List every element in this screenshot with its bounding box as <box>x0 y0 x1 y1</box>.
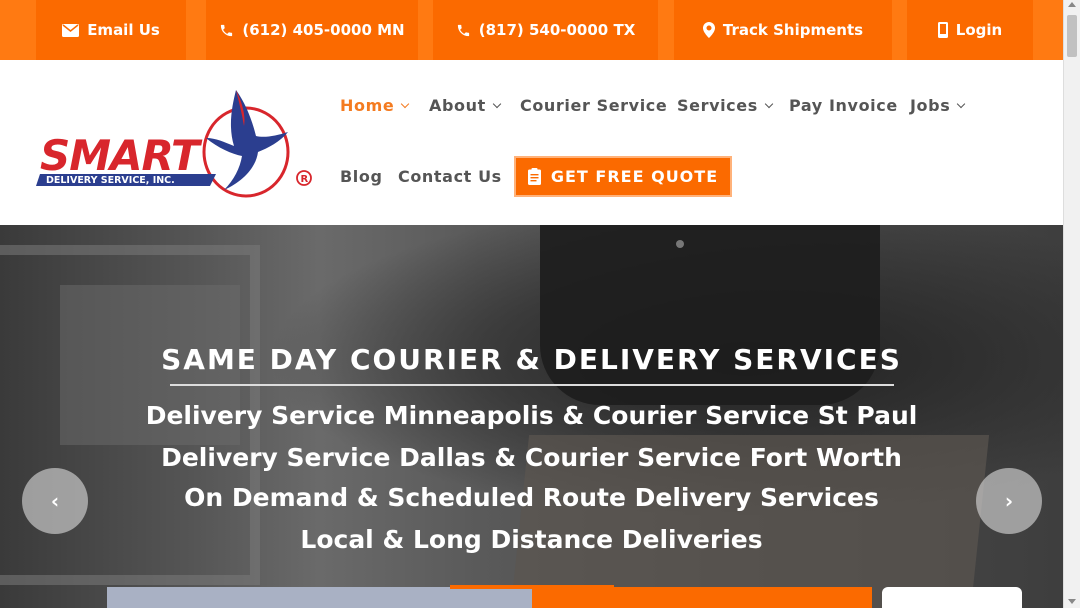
envelope-icon <box>62 23 80 37</box>
email-us-link[interactable]: Email Us <box>36 0 186 60</box>
logo-tagline: DELIVERY SERVICE, INC. <box>46 175 175 186</box>
map-pin-icon <box>702 22 715 38</box>
nav-pay-invoice[interactable]: Pay Invoice <box>789 96 898 115</box>
hero-slider: SAME DAY COURIER & DELIVERY SERVICES Del… <box>0 225 1063 608</box>
hero-title-divider <box>170 384 894 386</box>
nav-about-label: About <box>429 96 486 115</box>
hero-bg-button-dot <box>676 240 684 248</box>
chevron-down-icon <box>492 99 502 109</box>
chevron-left-icon: ‹ <box>50 489 60 513</box>
svg-text:R: R <box>301 174 309 185</box>
chevron-down-icon <box>957 99 966 109</box>
smart-delivery-logo[interactable]: SMART DELIVERY SERVICE, INC. R <box>36 86 316 198</box>
hero-bg-person <box>540 225 880 405</box>
hero-line-3: On Demand & Scheduled Route Delivery Ser… <box>184 483 879 512</box>
phone-icon <box>457 24 469 36</box>
chevron-right-icon: › <box>1004 489 1014 513</box>
chevron-down-icon <box>401 99 410 109</box>
nav-courier-service-label: Courier Service <box>520 96 668 115</box>
nav-pay-invoice-label: Pay Invoice <box>789 96 898 115</box>
chevron-down-icon <box>764 99 774 109</box>
scroll-down-arrow-icon[interactable] <box>1068 599 1076 604</box>
scroll-up-arrow-icon[interactable] <box>1068 2 1076 7</box>
nav-home-label: Home <box>340 96 395 115</box>
get-free-quote-button[interactable]: GET FREE QUOTE <box>514 156 732 197</box>
nav-about[interactable]: About <box>429 96 502 115</box>
mobile-icon <box>937 22 948 38</box>
site-header: SMART DELIVERY SERVICE, INC. R Home Abou… <box>0 60 1063 225</box>
phone-mn-link[interactable]: (612) 405-0000 MN <box>206 0 418 60</box>
nav-jobs[interactable]: Jobs <box>910 96 966 115</box>
hero-line-1: Delivery Service Minneapolis & Courier S… <box>145 401 918 430</box>
phone-icon <box>221 24 233 36</box>
hero-bottom-accent <box>450 585 614 589</box>
phone-mn-label: (612) 405-0000 MN <box>242 21 405 39</box>
hero-title: SAME DAY COURIER & DELIVERY SERVICES <box>161 343 902 376</box>
top-contact-bar: Email Us (612) 405-0000 MN (817) 540-000… <box>0 0 1063 60</box>
hero-bottom-panel-right <box>882 587 1022 608</box>
nav-contact-us[interactable]: Contact Us <box>398 167 502 186</box>
track-shipments-link[interactable]: Track Shipments <box>674 0 892 60</box>
slider-next-button[interactable]: › <box>976 468 1042 534</box>
email-us-label: Email Us <box>87 21 160 39</box>
clipboard-icon <box>527 168 541 185</box>
page-scrollbar[interactable] <box>1063 0 1080 608</box>
svg-text:SMART: SMART <box>40 131 203 180</box>
nav-blog[interactable]: Blog <box>340 167 383 186</box>
track-shipments-label: Track Shipments <box>722 21 864 39</box>
hero-bottom-panel-center <box>532 587 872 608</box>
nav-jobs-label: Jobs <box>910 96 951 115</box>
nav-blog-label: Blog <box>340 167 383 186</box>
slider-prev-button[interactable]: ‹ <box>22 468 88 534</box>
phone-tx-label: (817) 540-0000 TX <box>478 21 636 39</box>
nav-home[interactable]: Home <box>340 96 410 115</box>
get-free-quote-label: GET FREE QUOTE <box>550 167 719 186</box>
nav-services[interactable]: Services <box>677 96 774 115</box>
scroll-thumb[interactable] <box>1067 15 1077 57</box>
login-link[interactable]: Login <box>907 0 1033 60</box>
login-label: Login <box>955 21 1003 39</box>
nav-services-label: Services <box>677 96 758 115</box>
phone-tx-link[interactable]: (817) 540-0000 TX <box>433 0 658 60</box>
hero-line-2: Delivery Service Dallas & Courier Servic… <box>161 443 902 472</box>
logo-graphic: SMART DELIVERY SERVICE, INC. R <box>36 90 312 198</box>
hero-bottom-panel-left <box>107 587 532 608</box>
nav-courier-service[interactable]: Courier Service <box>520 96 667 115</box>
nav-contact-us-label: Contact Us <box>398 167 502 186</box>
hero-line-4: Local & Long Distance Deliveries <box>300 525 763 554</box>
